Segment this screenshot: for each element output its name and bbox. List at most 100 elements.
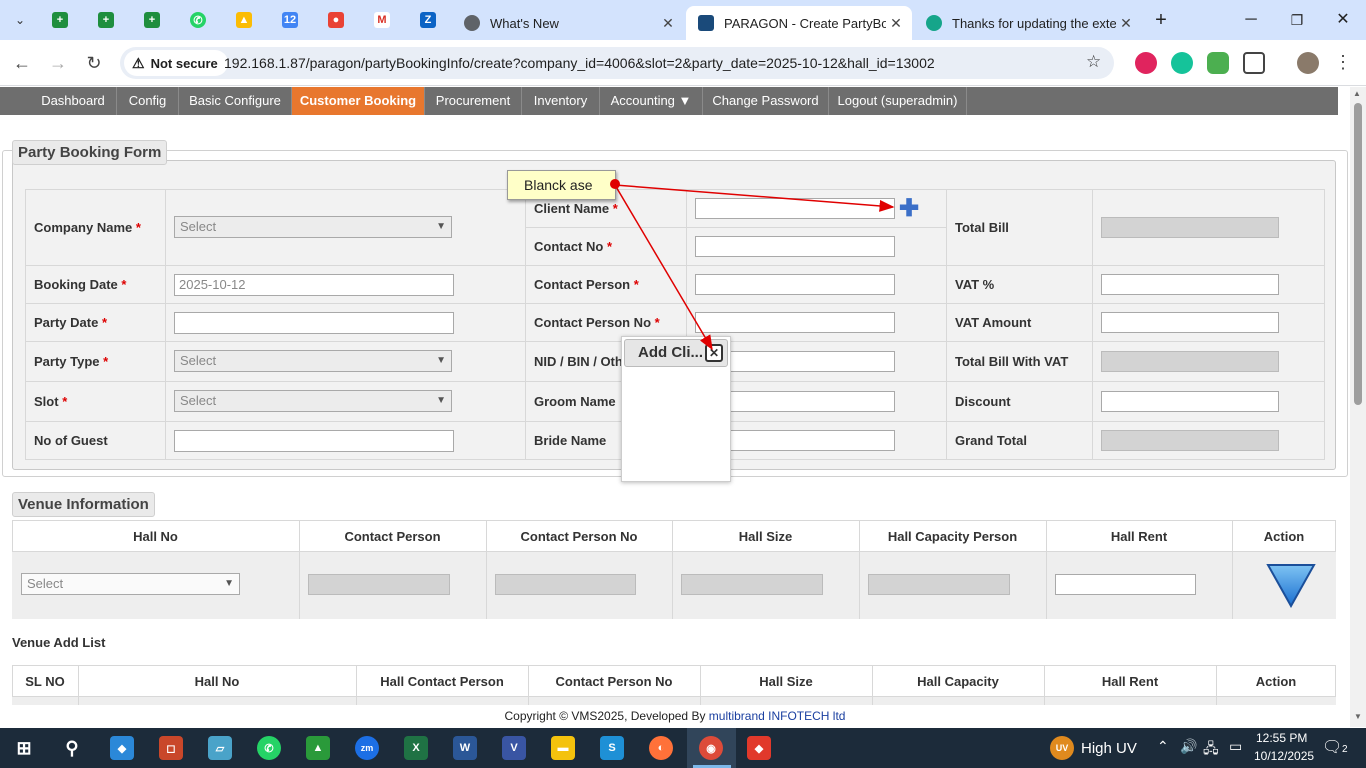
close-tab-icon[interactable]: ✕ [1116,15,1136,32]
clock-time[interactable]: 12:55 PM [1256,731,1307,745]
venue-hall-rent-field[interactable] [1055,574,1196,595]
party-type-select[interactable]: Select ▼ [174,350,452,372]
pinned-tab-app[interactable]: ● [322,7,350,33]
nav-config[interactable]: Config [117,87,179,115]
tab-whats-new[interactable]: What's New ✕ [452,6,684,40]
nav-procurement[interactable]: Procurement [425,87,522,115]
network-icon[interactable]: 🖧 [1203,738,1219,762]
app-icon-3[interactable]: ▲ [306,736,330,760]
chevron-down-icon: ▼ [436,355,446,366]
new-tab-button[interactable]: + [1138,8,1184,32]
nav-inventory[interactable]: Inventory [522,87,600,115]
slot-label: Slot * [34,394,68,409]
extension-red-icon[interactable] [1135,52,1157,74]
app-icon-s[interactable]: S [600,736,624,760]
grammarly-icon[interactable] [1171,52,1193,74]
developer-link[interactable]: multibrand INFOTECH ltd [709,709,846,723]
anydesk-icon[interactable]: ◆ [747,736,771,760]
pinned-tab-sheets-3[interactable]: + [138,7,166,33]
pinned-tab-drive[interactable]: ▲ [230,7,258,33]
close-tab-icon[interactable]: ✕ [886,15,906,32]
vat-percent-field[interactable] [1101,274,1279,295]
extension-green-icon[interactable] [1207,52,1229,74]
windows-start-icon[interactable]: ⊞ [12,736,36,760]
tray-chevron-icon[interactable]: ⌃ [1157,738,1169,755]
restore-button[interactable]: ❐ [1274,8,1320,32]
groom-name-label: Groom Name [534,394,616,409]
hall-no-select[interactable]: Select ▼ [21,573,240,595]
close-tab-icon[interactable]: ✕ [658,15,678,32]
tab-extension-update[interactable]: Thanks for updating the exte ✕ [914,6,1142,40]
nav-dashboard[interactable]: Dashboard [30,87,117,115]
extensions-puzzle-icon[interactable] [1243,52,1265,74]
forward-icon[interactable]: → [45,50,71,76]
scrollbar-thumb[interactable] [1354,103,1362,405]
pinned-tab-gmail[interactable]: M [368,7,396,33]
notification-icon[interactable]: 🗨 [1322,737,1342,757]
profile-avatar[interactable] [1297,52,1319,74]
url-text[interactable]: 192.168.1.87/paragon/partyBookingInfo/cr… [224,55,935,71]
whatsapp-icon[interactable]: ✆ [257,736,281,760]
contact-person-field[interactable] [695,274,895,295]
add-client-plus-icon[interactable]: ✚ [899,197,919,221]
word-icon[interactable]: W [453,736,477,760]
bookmark-star-icon[interactable]: ☆ [1086,52,1101,72]
vat-percent-label: VAT % [955,277,995,292]
excel-icon[interactable]: X [404,736,428,760]
venue-add-list-title: Venue Add List [12,635,106,650]
total-bill-field [1101,217,1279,238]
visio-icon[interactable]: V [502,736,526,760]
app-icon-1[interactable]: ◻ [159,736,183,760]
client-name-field[interactable] [695,198,895,219]
sticky-notes-icon[interactable]: ▬ [551,736,575,760]
party-date-field[interactable] [174,312,454,334]
menu-dots-icon[interactable]: ⋮ [1334,52,1352,73]
discount-field[interactable] [1101,391,1279,412]
zoom-icon[interactable]: zm [355,736,379,760]
scroll-down-arrow-icon[interactable]: ▼ [1350,712,1366,727]
copilot-icon[interactable]: ◆ [110,736,134,760]
guest-count-field[interactable] [174,430,454,452]
pinned-tab-sheets-2[interactable]: + [92,7,120,33]
pinned-tab-whatsapp[interactable]: ✆ [184,7,212,33]
nav-change-password[interactable]: Change Password [703,87,829,115]
chrome-icon[interactable]: ◉ [699,736,723,760]
pinned-tab-calendar[interactable]: 12 [276,7,304,33]
volume-icon[interactable]: 🔊 [1180,738,1197,755]
contact-person-no-field[interactable] [695,312,895,333]
close-window-button[interactable]: ✕ [1320,8,1366,32]
address-bar[interactable]: ⚠ Not secure 192.168.1.87/paragon/partyB… [120,47,1114,79]
reload-icon[interactable]: ↻ [81,50,107,76]
grand-total-label: Grand Total [955,433,1027,448]
app-icon-2[interactable]: ▱ [208,736,232,760]
contact-no-field[interactable] [695,236,895,257]
total-bill-label: Total Bill [955,220,1009,235]
col-hall-no: Hall No [133,529,178,544]
col-hall-rent: Hall Rent [1110,529,1168,544]
back-icon[interactable]: ← [9,50,35,76]
nav-basic-configure[interactable]: Basic Configure [179,87,292,115]
company-name-select[interactable]: Select ▼ [174,216,452,238]
battery-icon[interactable]: ▭ [1229,738,1242,755]
add-venue-down-arrow-icon[interactable] [1266,563,1316,608]
company-name-label: Company Name * [34,220,141,235]
nav-customer-booking[interactable]: Customer Booking [292,87,425,115]
pinned-tab-sheets[interactable]: + [46,7,74,33]
booking-date-field[interactable]: 2025-10-12 [174,274,454,296]
tab-search-icon[interactable]: ⌄ [6,7,34,33]
close-icon[interactable]: ✕ [705,344,723,362]
minimize-button[interactable]: ─ [1228,8,1274,32]
slot-select[interactable]: Select ▼ [174,390,452,412]
clock-date[interactable]: 10/12/2025 [1254,749,1314,763]
vertical-scrollbar[interactable]: ▲ [1350,87,1366,727]
browser-tab-strip: ⌄ + + + ✆ ▲ 12 ● M Z What's New ✕ PARAGO… [0,0,1366,40]
firefox-icon[interactable]: ◐ [649,736,673,760]
nav-logout[interactable]: Logout (superadmin) [829,87,967,115]
nav-accounting[interactable]: Accounting ▼ [600,87,703,115]
pinned-tab-zoho[interactable]: Z [414,7,442,33]
vat-amount-field[interactable] [1101,312,1279,333]
search-icon[interactable]: ⚲ [60,736,84,760]
tab-paragon[interactable]: PARAGON - Create PartyBookin ✕ [686,6,912,40]
paragon-favicon-icon [698,15,714,31]
security-chip[interactable]: ⚠ Not secure [124,50,228,76]
